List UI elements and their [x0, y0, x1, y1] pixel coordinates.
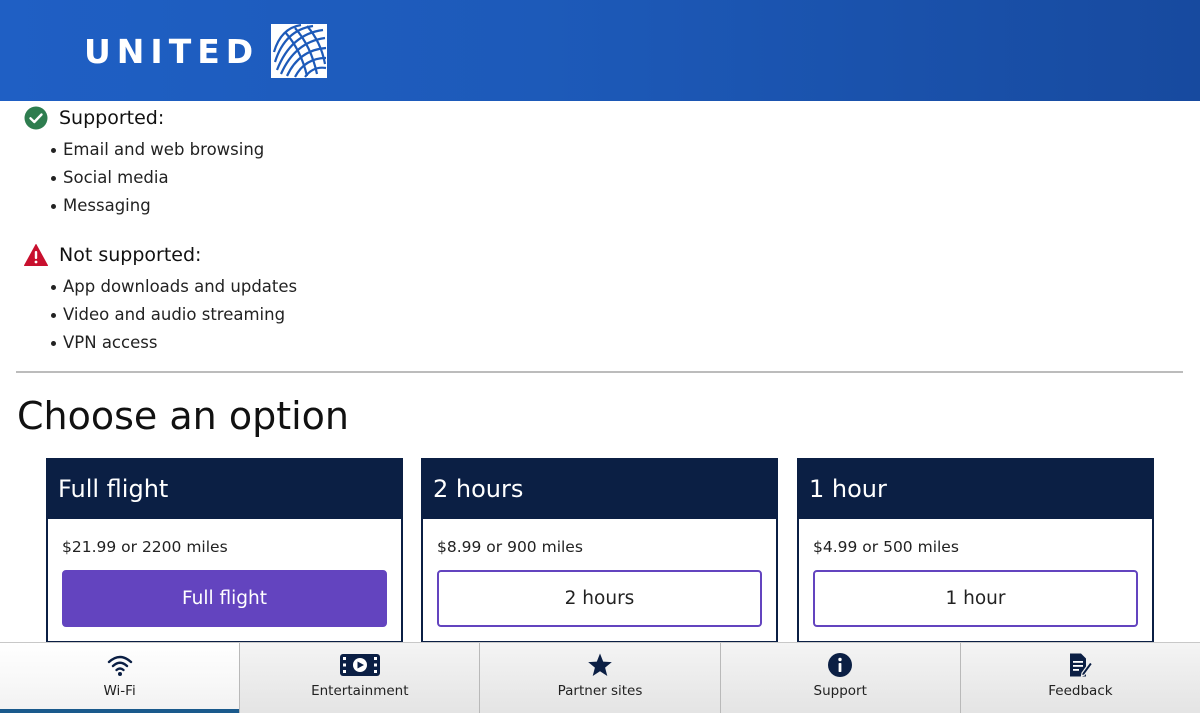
edit-document-icon: [1070, 653, 1094, 677]
page-title: Choose an option: [17, 394, 349, 438]
list-item: Social media: [24, 164, 624, 192]
header-bar: UNITED: [0, 0, 1200, 101]
list-item: VPN access: [24, 329, 624, 357]
not-supported-heading: Not supported:: [24, 243, 624, 267]
plan-price: $4.99 or 500 miles: [813, 538, 959, 556]
list-item: Email and web browsing: [24, 136, 624, 164]
tab-label: Entertainment: [311, 683, 409, 699]
supported-heading: Supported:: [24, 106, 624, 130]
tab-label: Support: [813, 683, 867, 699]
star-icon: [588, 653, 612, 676]
plan-card-2-hours: 2 hours $8.99 or 900 miles 2 hours: [421, 458, 778, 643]
plan-price: $21.99 or 2200 miles: [62, 538, 228, 556]
feature-support-section: Supported: Email and web browsing Social…: [24, 106, 624, 357]
plan-card-title: 2 hours: [423, 460, 776, 519]
bottom-tab-bar: Wi-Fi Entertainment Partner sites Suppor…: [0, 642, 1200, 713]
plan-card-title: Full flight: [48, 460, 401, 519]
tab-feedback[interactable]: Feedback: [961, 643, 1200, 713]
wifi-icon: [107, 655, 132, 676]
tab-wifi[interactable]: Wi-Fi: [0, 643, 241, 713]
check-circle-icon: [24, 106, 48, 130]
supported-list: Email and web browsing Social media Mess…: [24, 136, 624, 220]
plan-card-1-hour: 1 hour $4.99 or 500 miles 1 hour: [797, 458, 1154, 643]
supported-group: Supported: Email and web browsing Social…: [24, 106, 624, 220]
film-icon: [339, 654, 380, 676]
warning-triangle-icon: [24, 244, 48, 266]
tab-label: Partner sites: [557, 683, 643, 699]
list-item: Video and audio streaming: [24, 301, 624, 329]
select-full-flight-button[interactable]: Full flight: [62, 570, 387, 627]
plan-card-title: 1 hour: [799, 460, 1152, 519]
not-supported-list: App downloads and updates Video and audi…: [24, 273, 624, 357]
united-logo[interactable]: UNITED: [84, 24, 328, 78]
info-icon: [828, 653, 853, 677]
tab-label: Wi-Fi: [103, 683, 136, 699]
supported-title: Supported:: [59, 107, 165, 129]
plan-card-full-flight: Full flight $21.99 or 2200 miles Full fl…: [46, 458, 403, 643]
tab-label: Feedback: [1048, 683, 1113, 699]
list-item: Messaging: [24, 192, 624, 220]
tab-entertainment[interactable]: Entertainment: [240, 643, 481, 713]
list-item: App downloads and updates: [24, 273, 624, 301]
select-2-hours-button[interactable]: 2 hours: [437, 570, 762, 627]
tab-partner-sites[interactable]: Partner sites: [480, 643, 721, 713]
select-1-hour-button[interactable]: 1 hour: [813, 570, 1138, 627]
globe-icon: [271, 24, 328, 78]
not-supported-title: Not supported:: [59, 244, 202, 266]
tab-support[interactable]: Support: [721, 643, 961, 713]
brand-wordmark: UNITED: [84, 31, 260, 71]
plan-price: $8.99 or 900 miles: [437, 538, 583, 556]
not-supported-group: Not supported: App downloads and updates…: [24, 243, 624, 357]
section-divider: [16, 371, 1183, 373]
